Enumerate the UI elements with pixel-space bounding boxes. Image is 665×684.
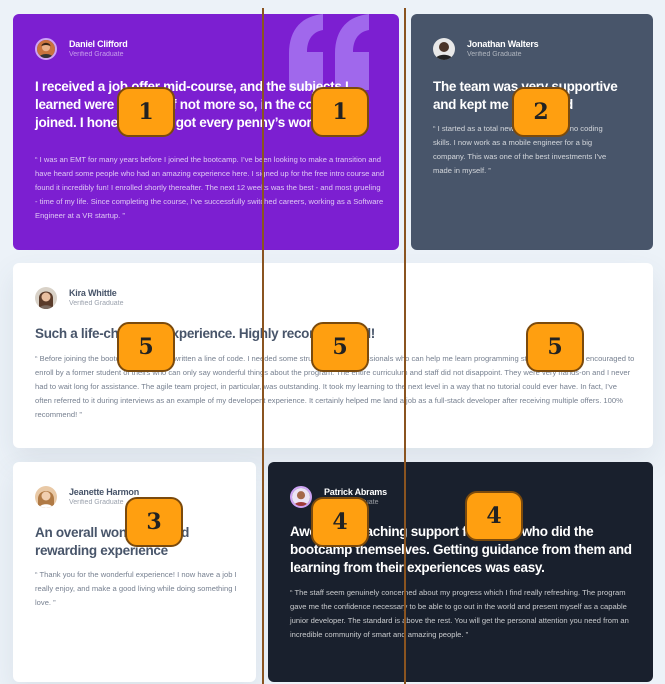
annotation-badge: 4 (311, 497, 369, 547)
person-role: Verified Graduate (467, 50, 522, 58)
person-name: Patrick Abrams (324, 486, 387, 497)
person-info: Daniel Clifford Verified Graduate (35, 38, 128, 60)
person-name: Jonathan Walters (467, 38, 539, 49)
person-role: Verified Graduate (69, 50, 124, 58)
testimonial-body: “ The staff seem genuinely concerned abo… (290, 588, 629, 639)
annotation-badge: 2 (512, 87, 570, 137)
avatar-daniel-icon (35, 38, 57, 60)
person-name: Jeanette Harmon (69, 486, 140, 497)
annotation-badge: 3 (125, 497, 183, 547)
avatar-jonathan-icon (433, 38, 455, 60)
testimonial-body: “ I was an EMT for many years before I j… (35, 155, 385, 220)
avatar-patrick-icon (290, 486, 312, 508)
annotation-badge: 4 (465, 491, 523, 541)
annotation-badge: 5 (117, 322, 175, 372)
guide-line (404, 8, 406, 684)
avatar-kira-icon (35, 287, 57, 309)
person-role: Verified Graduate (69, 299, 124, 307)
guide-line (262, 8, 264, 684)
testimonial-card-patrick: Patrick Abrams Verified Graduate Awesome… (268, 462, 653, 682)
avatar-jeanette-icon (35, 486, 57, 508)
person-info: Kira Whittle Verified Graduate (35, 287, 123, 309)
annotation-badge: 5 (311, 322, 369, 372)
testimonial-card-jeanette: Jeanette Harmon Verified Graduate An ove… (13, 462, 256, 682)
testimonial-body: “ Thank you for the wonderful experience… (35, 570, 237, 607)
annotation-badge: 1 (117, 87, 175, 137)
person-name: Kira Whittle (69, 287, 117, 298)
person-info: Jonathan Walters Verified Graduate (433, 38, 539, 60)
annotation-badge: 5 (526, 322, 584, 372)
person-name: Daniel Clifford (69, 38, 128, 49)
person-info: Jeanette Harmon Verified Graduate (35, 486, 139, 508)
annotation-badge: 1 (311, 87, 369, 137)
